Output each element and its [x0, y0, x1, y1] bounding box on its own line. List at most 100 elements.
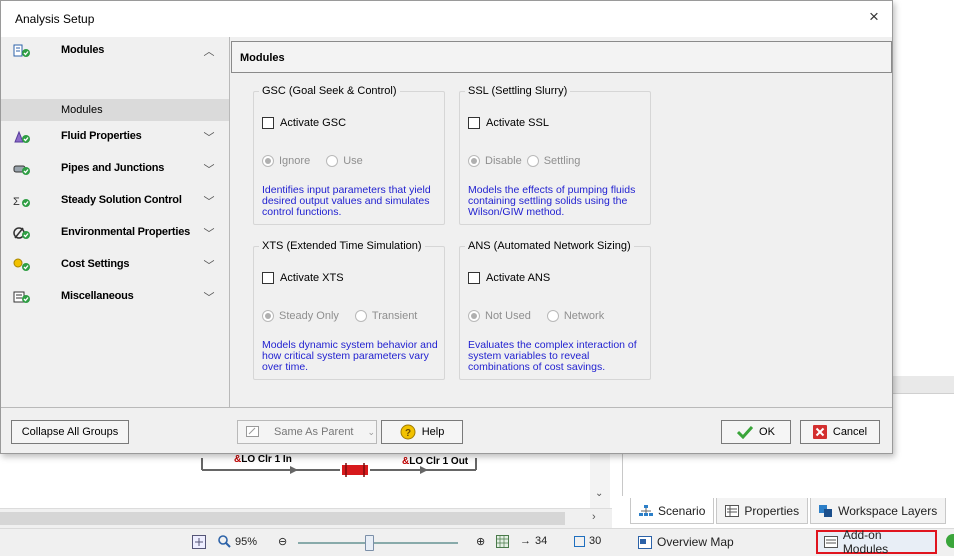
radio-disable-label: Disable — [485, 155, 522, 167]
zoom-in-icon[interactable]: ⊕ — [476, 535, 485, 548]
zoom-out-icon[interactable]: ⊖ — [278, 535, 287, 548]
heat-exchanger-icon[interactable] — [342, 463, 368, 477]
checkbox-box[interactable] — [468, 117, 480, 129]
right-panel-tabs: Scenario Properties Workspace Layers — [630, 498, 947, 524]
sidebar-group-fluid-properties[interactable]: Fluid Properties ﹀ — [1, 123, 229, 151]
radio-network[interactable] — [546, 310, 559, 322]
checkbox-box[interactable] — [468, 272, 480, 284]
scroll-right-icon[interactable]: › — [592, 511, 596, 523]
properties-icon — [725, 504, 740, 517]
sidebar-group-fluid-properties-label: Fluid Properties — [61, 130, 142, 142]
sidebar-group-steady-solution-control[interactable]: Σ Steady Solution Control ﹀ — [1, 187, 229, 215]
horizontal-scroll-thumb[interactable] — [0, 512, 565, 525]
ok-button[interactable]: OK — [721, 420, 791, 444]
cancel-button[interactable]: Cancel — [800, 420, 880, 444]
radio-not-used-label: Not Used — [485, 310, 531, 322]
collapse-all-groups-button[interactable]: Collapse All Groups — [11, 420, 129, 444]
pipe-label-in[interactable]: &LO Clr 1 In — [234, 454, 292, 465]
sidebar-group-pipes-junctions[interactable]: Pipes and Junctions ﹀ — [1, 155, 229, 183]
panel-header-title: Modules — [240, 52, 285, 64]
junction-count-icon — [574, 535, 585, 547]
same-as-parent-combo[interactable]: Same As Parent ⌄ — [237, 420, 377, 444]
activate-xts-label: Activate XTS — [280, 272, 344, 284]
dropdown-arrow-icon[interactable]: ⌄ — [368, 427, 376, 438]
activate-gsc-label: Activate GSC — [280, 117, 347, 129]
checkbox-box[interactable] — [262, 117, 274, 129]
activate-gsc-checkbox[interactable]: Activate GSC — [262, 117, 346, 129]
radio-ignore-label: Ignore — [279, 155, 311, 167]
chevron-down-icon[interactable]: ﹀ — [203, 129, 215, 144]
radio-transient[interactable] — [354, 310, 367, 322]
svg-text:Σ: Σ — [13, 196, 20, 208]
chevron-down-icon[interactable]: ﹀ — [203, 161, 215, 176]
tab-scenario[interactable]: Scenario — [630, 498, 715, 524]
radio-settling-label: Settling — [543, 155, 581, 167]
zoom-slider-track[interactable] — [298, 542, 458, 544]
checkbox-box[interactable] — [262, 272, 274, 284]
parent-icon — [246, 426, 259, 437]
fluid-properties-icon — [14, 130, 30, 143]
tab-properties[interactable]: Properties — [716, 498, 809, 524]
scroll-down-icon[interactable]: ⌄ — [595, 488, 603, 499]
steady-solution-icon: Σ — [13, 196, 30, 208]
tab-workspace-layers[interactable]: Workspace Layers — [810, 498, 947, 524]
radio-disable[interactable] — [468, 155, 480, 167]
activate-xts-checkbox[interactable]: Activate XTS — [262, 272, 344, 284]
zoom-slider-thumb[interactable] — [365, 535, 374, 551]
sidebar-item-modules[interactable]: Modules — [1, 99, 229, 121]
workspace-horizontal-scrollbar[interactable]: › — [0, 508, 612, 528]
help-icon: ? — [400, 424, 416, 440]
ans-radio-group: Not Used Network — [468, 310, 604, 322]
radio-settling[interactable] — [526, 155, 539, 167]
sidebar-group-modules[interactable]: Modules ︿ — [1, 37, 229, 65]
pipes-junctions-icon — [13, 165, 30, 175]
ok-label: OK — [759, 426, 775, 438]
grid-icon[interactable] — [496, 535, 509, 548]
radio-use-label: Use — [343, 155, 363, 167]
activate-ssl-checkbox[interactable]: Activate SSL — [468, 117, 549, 129]
module-xts-title: XTS (Extended Time Simulation) — [262, 240, 422, 252]
chevron-down-icon[interactable]: ﹀ — [203, 225, 215, 240]
workspace-vertical-scrollbar[interactable]: ⌄ — [590, 450, 610, 512]
status-bar: 95% ⊖ ⊕ → 34 30 — [0, 528, 954, 556]
help-button[interactable]: ? Help — [381, 420, 463, 444]
pipe-label-out[interactable]: &LO Clr 1 Out — [402, 456, 468, 467]
sidebar-group-cost-settings[interactable]: Cost Settings ﹀ — [1, 251, 229, 279]
overview-map-button[interactable]: Overview Map — [632, 530, 740, 554]
module-ans-title: ANS (Automated Network Sizing) — [468, 240, 631, 252]
close-icon[interactable]: × — [866, 8, 882, 25]
pipe-count-icon: → — [520, 535, 531, 547]
chevron-down-icon[interactable]: ﹀ — [203, 193, 215, 208]
radio-network-label: Network — [563, 310, 605, 322]
chevron-up-icon[interactable]: ︿ — [203, 43, 215, 58]
pipe-count-value: 34 — [535, 535, 548, 547]
zoom-level[interactable]: 95% — [218, 535, 257, 548]
sidebar-group-cost-settings-label: Cost Settings — [61, 258, 130, 270]
chevron-down-icon[interactable]: ﹀ — [203, 289, 215, 304]
chevron-down-icon[interactable]: ﹀ — [203, 257, 215, 272]
activate-ans-label: Activate ANS — [486, 272, 551, 284]
fit-view-icon[interactable] — [192, 535, 206, 549]
radio-use[interactable] — [326, 155, 339, 167]
radio-not-used[interactable] — [468, 310, 480, 322]
workspace-diagram: &LO Clr 1 In &LO Clr 1 Out — [0, 450, 612, 510]
xts-radio-group: Steady Only Transient — [262, 310, 417, 322]
pipe-in-text: LO Clr 1 In — [241, 454, 292, 465]
sidebar-item-modules-label: Modules — [61, 104, 103, 116]
xts-description: Models dynamic system behavior and how c… — [262, 339, 438, 373]
module-group-ans: ANS (Automated Network Sizing) Activate … — [459, 240, 651, 380]
sidebar-group-environmental-properties[interactable]: Environmental Properties ﹀ — [1, 219, 229, 247]
settings-sidebar: Modules ︿ Modules Fluid Properties ﹀ Pip… — [1, 37, 230, 407]
add-on-modules-button[interactable]: Add-on Modules — [816, 528, 937, 556]
sidebar-group-miscellaneous[interactable]: Miscellaneous ﹀ — [1, 283, 229, 311]
miscellaneous-icon — [13, 291, 30, 303]
panel-header: Modules — [231, 41, 892, 73]
tab-workspace-layers-label: Workspace Layers — [838, 503, 938, 518]
radio-steady-only[interactable] — [262, 310, 274, 322]
activate-ans-checkbox[interactable]: Activate ANS — [468, 272, 550, 284]
junction-count-value: 30 — [589, 535, 602, 547]
workspace-layers-icon — [819, 504, 833, 517]
radio-transient-label: Transient — [371, 310, 418, 322]
modules-icon — [13, 44, 30, 57]
radio-ignore[interactable] — [262, 155, 274, 167]
